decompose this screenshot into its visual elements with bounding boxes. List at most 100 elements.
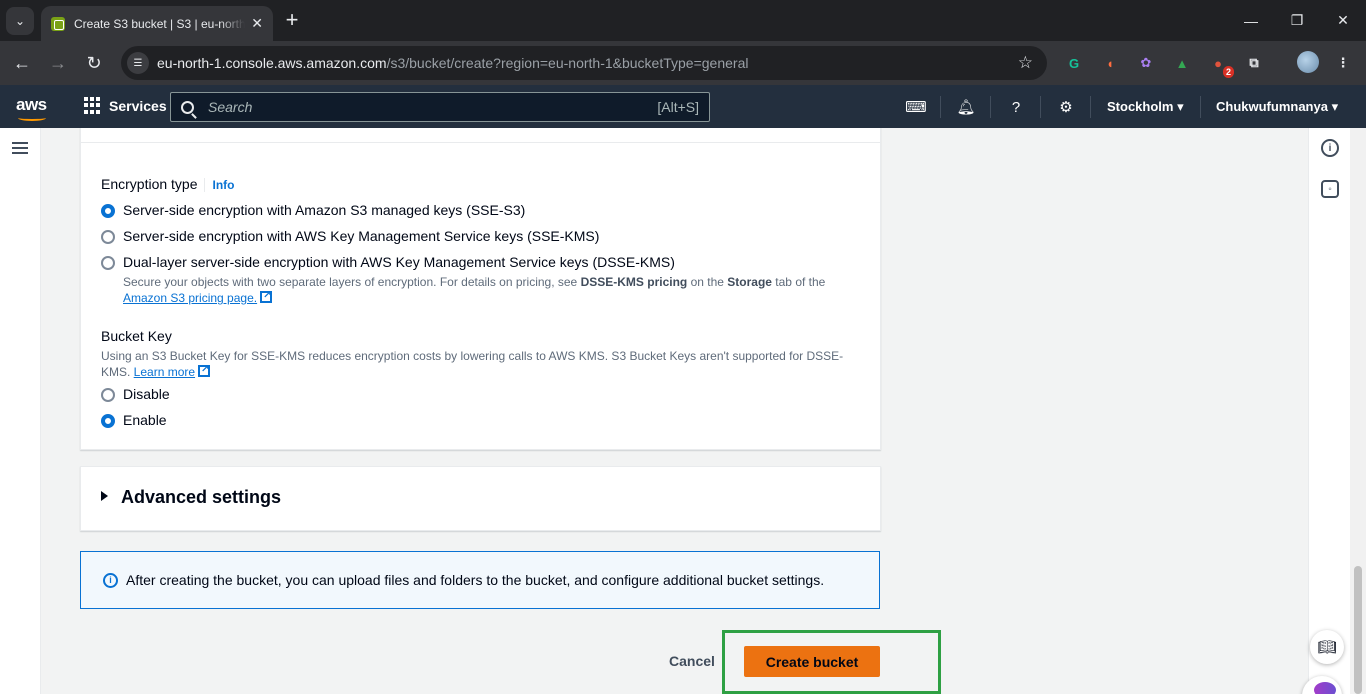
restore-icon[interactable]: ❐ — [1274, 0, 1320, 41]
radio-unselected-icon[interactable] — [101, 388, 115, 402]
s3-favicon-icon — [51, 16, 65, 31]
search-icon — [181, 100, 194, 114]
radio-sse-kms[interactable]: Server-side encryption with AWS Key Mana… — [101, 228, 599, 244]
radio-label: Server-side encryption with AWS Key Mana… — [123, 228, 600, 244]
services-label: Services — [109, 97, 167, 114]
services-grid-icon — [84, 97, 101, 114]
bookmark-star-icon[interactable]: ☆ — [1018, 53, 1033, 73]
address-bar[interactable]: ☰ eu-north-1.console.aws.amazon.com/s3/b… — [121, 46, 1047, 80]
browser-toolbar: ← → ↻ ☰ eu-north-1.console.aws.amazon.co… — [0, 41, 1366, 85]
dsse-desc-bold: Storage — [727, 275, 772, 289]
radio-selected-icon[interactable] — [101, 204, 115, 218]
highlight-annotation-box — [722, 630, 941, 694]
site-info-icon[interactable]: ☰ — [127, 52, 149, 74]
dsse-desc-text: Secure your objects with two separate la… — [123, 275, 581, 289]
radio-label: Server-side encryption with Amazon S3 ma… — [123, 202, 526, 218]
cancel-button[interactable]: Cancel — [660, 646, 724, 676]
right-utility-rail: i ◦ — [1308, 128, 1350, 694]
page-scrollbar[interactable] — [1350, 128, 1366, 694]
url-host: eu-north-1.console.aws.amazon.com — [157, 55, 387, 71]
back-arrow-icon[interactable]: ← — [9, 50, 35, 76]
extension-icon-3[interactable]: ✿ — [1135, 52, 1157, 74]
book-help-icon[interactable]: 📖︎ — [1310, 630, 1344, 664]
header-divider — [990, 96, 991, 118]
bucket-key-desc-text: KMS. — [101, 365, 134, 379]
external-link-icon — [260, 288, 273, 304]
radio-label: Enable — [123, 412, 167, 428]
url-text: eu-north-1.console.aws.amazon.com/s3/buc… — [157, 55, 748, 71]
radio-bucket-key-disable[interactable]: Disable — [101, 386, 170, 402]
cloudshell-icon[interactable]: ⌨ — [905, 97, 927, 117]
info-icon: i — [103, 572, 118, 588]
alert-text: After creating the bucket, you can uploa… — [126, 572, 825, 588]
radio-unselected-icon[interactable] — [101, 230, 115, 244]
browser-tab-bar: ⌄ Create S3 bucket | S3 | eu-north-1 ✕ +… — [0, 0, 1366, 41]
caret-down-icon: ▾ — [1177, 99, 1184, 114]
header-divider — [940, 96, 941, 118]
advanced-settings-expander[interactable]: Advanced settings — [80, 466, 881, 531]
scrollbar-thumb[interactable] — [1354, 566, 1362, 694]
aws-logo[interactable]: aws — [16, 95, 47, 115]
external-link-icon — [198, 362, 211, 378]
url-path: /s3/bucket/create?region=eu-north-1&buck… — [386, 55, 749, 71]
notifications-bell-icon[interactable]: 🔔︎ — [956, 97, 976, 117]
help-icon[interactable]: ? — [1006, 97, 1026, 117]
radio-label: Dual-layer server-side encryption with A… — [123, 254, 675, 270]
radio-dsse-kms[interactable]: Dual-layer server-side encryption with A… — [101, 254, 675, 270]
region-label: Stockholm — [1107, 99, 1174, 114]
tab-close-icon[interactable]: ✕ — [251, 15, 263, 32]
dsse-desc-text: tab of the — [771, 275, 826, 289]
account-name: Chukwufumnanya — [1216, 99, 1328, 114]
extensions-puzzle-icon[interactable]: ⧉ — [1243, 52, 1265, 74]
aws-logo-smile — [18, 115, 46, 121]
bucket-key-label: Bucket Key — [101, 328, 172, 344]
header-divider — [1200, 96, 1201, 118]
new-tab-icon[interactable]: + — [282, 8, 302, 32]
encryption-type-label: Encryption type Info — [101, 176, 235, 192]
extension-badge: 2 — [1222, 66, 1234, 78]
browser-menu-icon[interactable]: ⋮ — [1332, 52, 1354, 74]
region-selector[interactable]: Stockholm ▾ — [1107, 99, 1184, 115]
settings-gear-icon[interactable]: ⚙ — [1056, 97, 1076, 117]
s3-pricing-link[interactable]: Amazon S3 pricing page. — [123, 291, 257, 305]
reload-icon[interactable]: ↻ — [81, 50, 107, 76]
security-hex-icon[interactable]: ◦ — [1321, 180, 1339, 198]
console-search-input[interactable]: Search [Alt+S] — [170, 92, 710, 122]
window-close-icon[interactable]: ✕ — [1320, 0, 1366, 41]
google-drive-extension-icon[interactable]: ▲ — [1171, 52, 1193, 74]
dsse-kms-description: Secure your objects with two separate la… — [123, 274, 863, 306]
profile-avatar[interactable] — [1297, 51, 1319, 73]
extension-icon-5[interactable]: ● 2 — [1207, 52, 1234, 78]
left-navigation-rail — [0, 128, 41, 694]
info-alert: i After creating the bucket, you can upl… — [80, 551, 880, 609]
services-menu-button[interactable]: Services — [84, 97, 167, 114]
radio-bucket-key-enable[interactable]: Enable — [101, 412, 167, 428]
info-panel-icon[interactable]: i — [1321, 139, 1339, 157]
search-shortcut: [Alt+S] — [657, 99, 699, 115]
bucket-key-desc-text: Using an S3 Bucket Key for SSE-KMS reduc… — [101, 349, 844, 363]
menu-hamburger-icon[interactable] — [12, 142, 28, 154]
browser-tab-active[interactable]: Create S3 bucket | S3 | eu-north-1 ✕ — [41, 6, 273, 41]
encryption-type-text: Encryption type — [101, 176, 198, 192]
bucket-key-description: Using an S3 Bucket Key for SSE-KMS reduc… — [101, 348, 861, 380]
search-placeholder: Search — [208, 99, 253, 115]
dsse-desc-text: on the — [687, 275, 728, 289]
grammarly-extension-icon[interactable]: G — [1063, 52, 1085, 74]
caret-down-icon: ▾ — [1331, 99, 1339, 114]
extension-icon-2[interactable]: ◖ — [1099, 52, 1121, 74]
minimize-icon[interactable]: — — [1228, 0, 1274, 41]
account-menu[interactable]: Chukwufumnanya ▾ — [1216, 99, 1338, 115]
header-divider — [1090, 96, 1091, 118]
caret-right-icon — [101, 491, 108, 501]
radio-label: Disable — [123, 386, 170, 402]
encryption-info-link[interactable]: Info — [203, 178, 235, 192]
advanced-settings-title: Advanced settings — [121, 487, 282, 507]
tab-title: Create S3 bucket | S3 | eu-north-1 — [74, 16, 246, 31]
panel-divider — [81, 142, 880, 143]
learn-more-link[interactable]: Learn more — [134, 365, 195, 379]
radio-selected-icon[interactable] — [101, 414, 115, 428]
radio-sse-s3[interactable]: Server-side encryption with Amazon S3 ma… — [101, 202, 525, 218]
tab-search-icon[interactable]: ⌄ — [6, 7, 34, 35]
forward-arrow-icon[interactable]: → — [45, 50, 71, 76]
radio-unselected-icon[interactable] — [101, 256, 115, 270]
